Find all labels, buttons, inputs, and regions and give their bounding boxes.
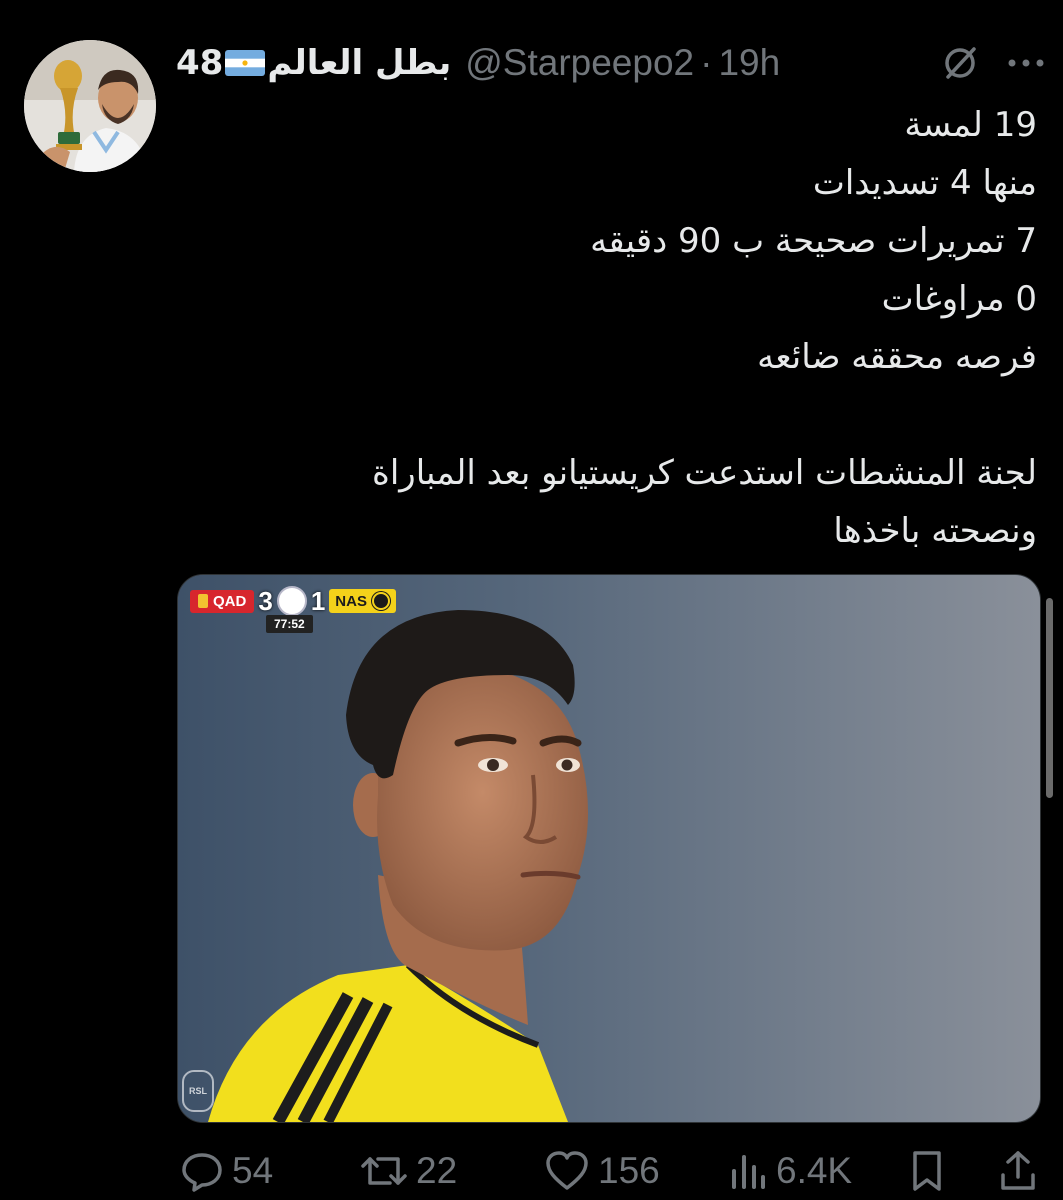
like-count: 156 xyxy=(598,1150,660,1191)
bookmark-button[interactable] xyxy=(907,1149,947,1193)
away-crest-icon xyxy=(371,592,390,610)
display-name-text: بطل العالم xyxy=(267,43,452,83)
away-team-name: NAS xyxy=(335,592,367,610)
tweet-line: فرصه محققه ضائعه xyxy=(757,337,1037,377)
tweet-line: ونصحته باخذها xyxy=(833,511,1037,551)
retweet-count: 22 xyxy=(416,1150,458,1191)
display-name-suffix: 48 xyxy=(176,43,224,83)
home-team-badge: QAD xyxy=(190,589,255,613)
reply-icon xyxy=(180,1149,224,1193)
author-avatar[interactable] xyxy=(24,40,156,172)
views-button[interactable]: 6.4K xyxy=(728,1149,852,1193)
scrollbar[interactable] xyxy=(1046,598,1053,798)
retweet-icon xyxy=(360,1149,408,1193)
bookmark-icon xyxy=(907,1149,947,1193)
tweet-line: 7 تمريرات صحيحة ب 90 دقيقه xyxy=(590,221,1037,261)
home-crest-icon xyxy=(198,594,208,608)
tweet-media[interactable]: QAD 3 1 NAS 77:52 RSL xyxy=(177,574,1041,1123)
header-actions xyxy=(940,38,1046,88)
separator-dot: · xyxy=(700,42,713,83)
scoreboard: QAD 3 1 NAS xyxy=(190,585,396,616)
tweet-line: 0 مراوغات xyxy=(881,279,1037,319)
home-team-name: QAD xyxy=(213,592,247,610)
views-icon xyxy=(728,1149,768,1193)
tweet-header: بطل العالم 48 @Starpeepo2 · 19h xyxy=(176,38,1046,88)
home-score: 3 xyxy=(258,585,273,616)
tweet-text: 19 لمسة منها 4 تسديدات 7 تمريرات صحيحة ب… xyxy=(177,96,1037,560)
tweet-line: 19 لمسة xyxy=(904,105,1037,145)
reply-count: 54 xyxy=(232,1150,274,1191)
share-button[interactable] xyxy=(998,1149,1038,1193)
more-icon[interactable] xyxy=(1006,57,1046,69)
share-icon xyxy=(998,1149,1038,1193)
tweet-actions: 54 22 156 6.4K xyxy=(180,1146,1042,1196)
league-logo-icon xyxy=(276,586,307,616)
retweet-button[interactable]: 22 xyxy=(360,1149,457,1193)
avatar-image xyxy=(24,40,156,172)
argentina-flag-icon xyxy=(225,50,266,76)
player-photo xyxy=(178,575,1040,1122)
match-clock: 77:52 xyxy=(266,615,313,633)
league-watermark: RSL xyxy=(182,1070,214,1112)
heart-icon xyxy=(544,1149,590,1193)
tweet-line: لجنة المنشطات استدعت كريستيانو بعد المبا… xyxy=(372,453,1037,493)
views-count: 6.4K xyxy=(776,1150,853,1191)
away-team-badge: NAS xyxy=(329,589,396,613)
author-display-name[interactable]: بطل العالم 48 xyxy=(176,43,451,83)
tweet-timestamp[interactable]: 19h xyxy=(718,42,780,84)
tweet-line: منها 4 تسديدات xyxy=(812,163,1037,203)
grok-icon[interactable] xyxy=(940,43,980,83)
reply-button[interactable]: 54 xyxy=(180,1149,273,1193)
away-score: 1 xyxy=(310,585,326,616)
author-handle[interactable]: @Starpeepo2 xyxy=(465,42,694,84)
like-button[interactable]: 156 xyxy=(544,1149,660,1193)
